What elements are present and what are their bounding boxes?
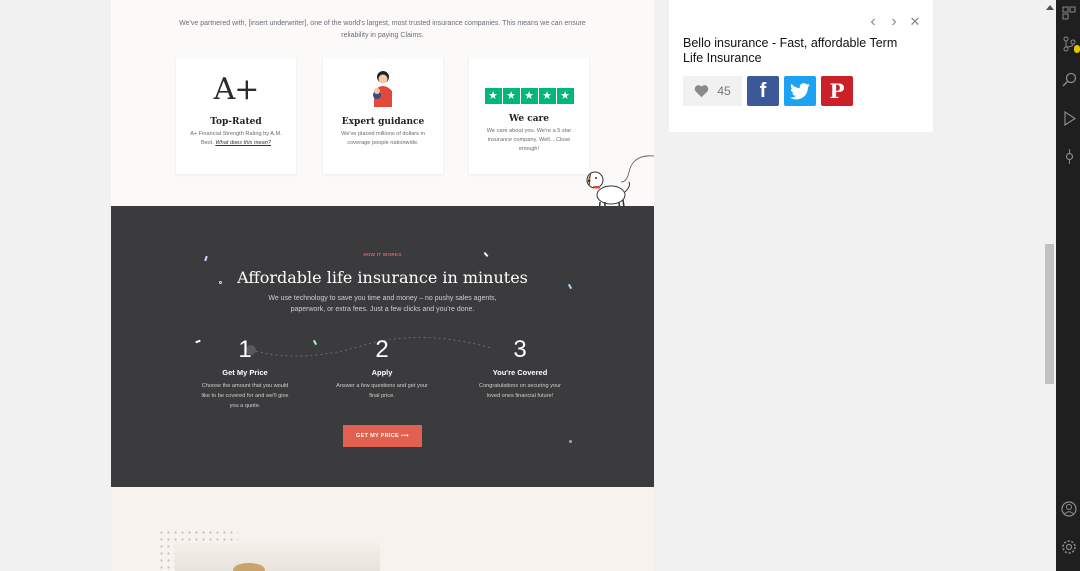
step-number: 3 — [513, 336, 527, 363]
card-text: We care about you. We're a 5 star insura… — [486, 128, 572, 152]
activity-bar — [1056, 0, 1080, 571]
twitter-share-button[interactable] — [784, 76, 816, 106]
facebook-icon: f — [759, 79, 767, 102]
card-title: We care — [508, 114, 549, 124]
chevron-left-icon[interactable]: ‹ — [867, 14, 879, 30]
git-commit-icon[interactable] — [1061, 149, 1077, 165]
get-my-price-button[interactable]: GET MY PRICE ⟶ — [343, 425, 422, 447]
facebook-share-button[interactable]: f — [747, 76, 779, 106]
panel-nav: ‹ › ✕ — [867, 14, 921, 30]
section-title: Affordable life insurance in minutes — [237, 268, 528, 287]
run-debug-icon[interactable] — [1061, 110, 1077, 127]
panel-title: Bello insurance - Fast, affordable Term … — [683, 36, 898, 65]
grid-icon[interactable] — [1061, 6, 1077, 22]
step-title: You're Covered — [492, 368, 548, 377]
section-subtitle: We use technology to save you time and m… — [268, 295, 497, 313]
step-number: 1 — [238, 336, 252, 363]
pin-details-panel: ‹ › ✕ Bello insurance - Fast, affordable… — [669, 0, 933, 132]
card-we-care: ★ ★ ★ ★ ★ We care We care about you. We're a… — [469, 58, 589, 174]
vertical-scrollbar[interactable] — [1043, 0, 1056, 571]
card-top-rated: A+ Top-Rated A+ Financial Strength Ratin… — [176, 58, 296, 174]
what-does-this-mean-link[interactable]: What does this mean? — [215, 140, 271, 146]
partner-text: We've partnered with, [insert underwrite… — [179, 20, 586, 39]
screen: We've partnered with, [insert underwrite… — [0, 0, 1080, 571]
account-icon[interactable] — [1061, 501, 1077, 517]
step-text: Choose the amount that you would like to… — [201, 383, 289, 409]
advisor-illustration — [323, 58, 443, 110]
trust-section: We've partnered with, [insert underwrite… — [111, 0, 654, 215]
step-text: Answer a few questions and get your fina… — [336, 383, 428, 399]
close-icon[interactable]: ✕ — [909, 14, 921, 30]
trustpilot-stars-icon: ★ ★ ★ ★ ★ — [469, 58, 589, 104]
step-number: 2 — [375, 336, 389, 363]
person-photo — [175, 543, 380, 571]
like-button[interactable]: 45 — [683, 76, 742, 106]
step-title: Apply — [371, 368, 393, 377]
search-icon[interactable] — [1061, 72, 1077, 88]
notification-badge — [1074, 45, 1080, 53]
card-text: We've placed millions of dollars in cove… — [341, 131, 425, 146]
testimonial-section — [111, 487, 654, 571]
scroll-up-arrow-icon[interactable] — [1046, 5, 1054, 10]
step-3: 3 You're Covered Congratulations on secu… — [472, 337, 568, 401]
like-count: 45 — [717, 84, 731, 98]
twitter-icon — [790, 82, 810, 99]
step-text: Congratulations on securing your loved o… — [478, 383, 562, 399]
settings-gear-icon[interactable] — [1061, 539, 1077, 555]
chevron-right-icon[interactable]: › — [888, 14, 900, 30]
step-title: Get My Price — [222, 368, 268, 377]
pinterest-icon: P — [829, 79, 845, 103]
card-title: Expert guidance — [341, 117, 425, 127]
heart-icon — [695, 85, 709, 98]
how-it-works-section: HOW IT WORKS Affordable life insurance i… — [111, 206, 654, 487]
card-expert-guidance: Expert guidance We've placed millions of… — [323, 58, 443, 174]
a-plus-logo: A+ — [213, 71, 260, 107]
website-preview: We've partnered with, [insert underwrite… — [111, 0, 654, 571]
step-2: 2 Apply Answer a few questions and get y… — [334, 337, 430, 401]
step-1: 1 Get My Price Choose the amount that yo… — [197, 337, 293, 411]
section-eyebrow: HOW IT WORKS — [363, 252, 402, 257]
section-heading-cut — [111, 0, 654, 4]
card-title: Top-Rated — [210, 117, 262, 127]
card-text: A+ Financial Strength Rating by A.M. Bes… — [190, 131, 282, 146]
share-row: 45 f P — [683, 76, 853, 106]
scroll-thumb[interactable] — [1045, 244, 1054, 384]
pinterest-share-button[interactable]: P — [821, 76, 853, 106]
